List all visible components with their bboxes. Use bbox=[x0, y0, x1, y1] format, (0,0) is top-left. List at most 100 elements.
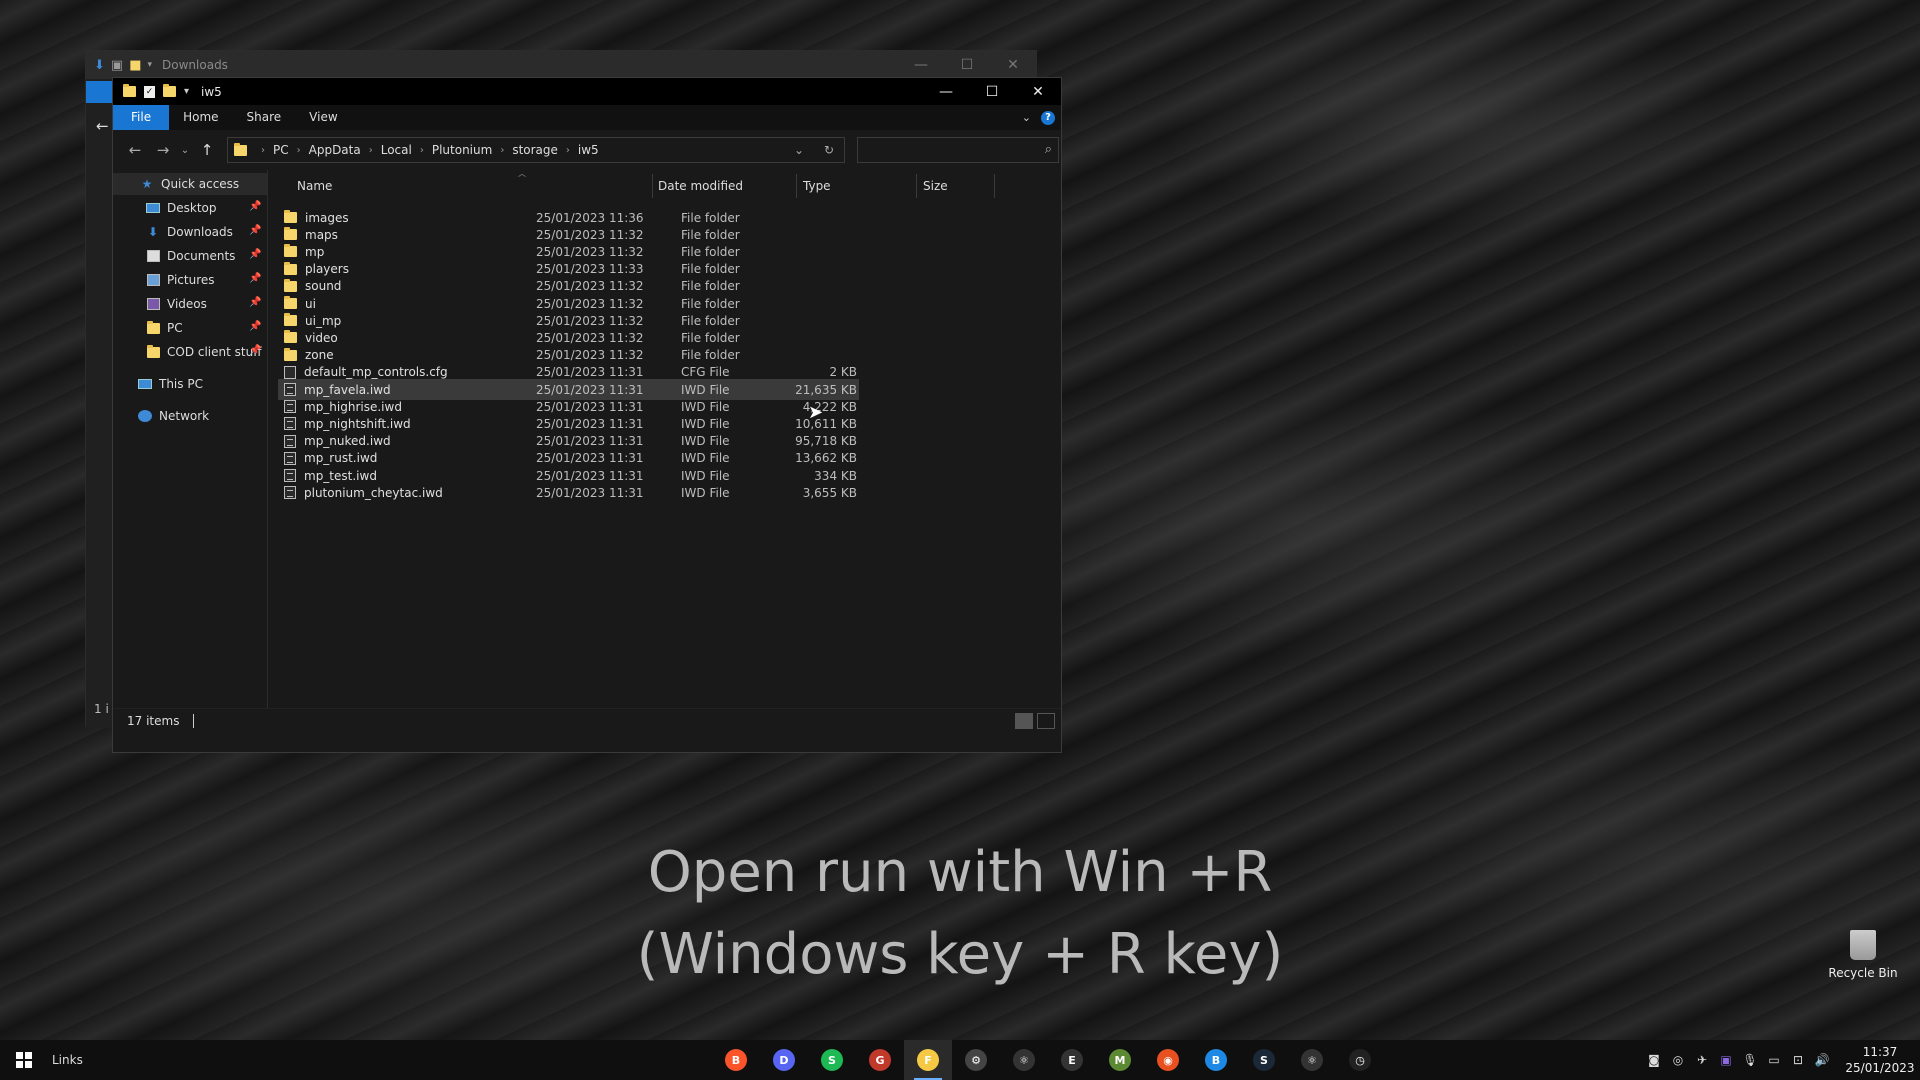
sidebar-item-cod-client-stuff[interactable]: COD client stuff bbox=[145, 341, 261, 363]
column-header-size[interactable]: Size bbox=[923, 170, 948, 202]
pin-icon[interactable]: 📌 bbox=[249, 345, 261, 356]
titlebar[interactable]: ✓ ▾ iw5 — ☐ ✕ bbox=[113, 78, 1061, 105]
taskbar-app[interactable]: ⚛ bbox=[1000, 1040, 1048, 1080]
taskbar-app[interactable]: ◉ bbox=[1144, 1040, 1192, 1080]
minimize-button[interactable]: — bbox=[923, 78, 969, 105]
pin-icon[interactable]: 📌 bbox=[249, 225, 261, 236]
file-type: File folder bbox=[681, 227, 740, 242]
table-row[interactable]: plutonium_cheytac.iwd 25/01/2023 11:31 IWD… bbox=[278, 482, 859, 503]
chevron-right-icon[interactable]: › bbox=[420, 145, 424, 156]
display-tray-icon[interactable]: ▣ bbox=[1714, 1053, 1738, 1067]
desktop-recycle-bin[interactable]: Recycle Bin bbox=[1820, 930, 1906, 980]
network-tray-icon[interactable]: ⊡ bbox=[1786, 1053, 1810, 1067]
column-divider[interactable] bbox=[994, 174, 995, 198]
taskbar-app[interactable]: F bbox=[904, 1040, 952, 1080]
taskbar-app[interactable]: B bbox=[1192, 1040, 1240, 1080]
tab-view[interactable]: View bbox=[295, 105, 351, 130]
chevron-down-icon: ▾ bbox=[147, 60, 153, 70]
sidebar-item-downloads[interactable]: ⬇ Downloads bbox=[145, 221, 233, 243]
explorer-window[interactable]: ✓ ▾ iw5 — ☐ ✕ File Home Share View ⌄ ? ←… bbox=[112, 77, 1062, 753]
taskbar-app[interactable]: B bbox=[712, 1040, 760, 1080]
taskbar-app[interactable]: E bbox=[1048, 1040, 1096, 1080]
links-toolbar[interactable]: Links bbox=[52, 1053, 83, 1067]
tab-home[interactable]: Home bbox=[169, 105, 232, 130]
new-folder-icon[interactable] bbox=[163, 84, 176, 97]
pin-icon[interactable]: 📌 bbox=[249, 321, 261, 332]
chevron-right-icon[interactable]: › bbox=[261, 145, 265, 156]
help-icon[interactable]: ? bbox=[1041, 110, 1055, 125]
column-divider[interactable] bbox=[916, 174, 917, 198]
column-divider[interactable] bbox=[796, 174, 797, 198]
details-view-icon[interactable] bbox=[1015, 712, 1033, 729]
clock[interactable]: 11:37 25/01/2023 bbox=[1840, 1044, 1920, 1076]
close-button[interactable]: ✕ bbox=[1015, 78, 1061, 105]
breadcrumb-plutonium[interactable]: Plutonium bbox=[432, 143, 492, 157]
breadcrumb-local[interactable]: Local bbox=[381, 143, 412, 157]
discord-tray-icon[interactable]: ◙ bbox=[1642, 1053, 1666, 1067]
sidebar-item-quick-access[interactable]: ★ Quick access bbox=[113, 173, 267, 195]
column-header-type[interactable]: Type bbox=[803, 170, 831, 202]
sidebar-item-documents[interactable]: Documents bbox=[145, 245, 235, 267]
back-icon[interactable]: ← bbox=[121, 141, 149, 159]
chevron-down-icon[interactable]: ▾ bbox=[184, 86, 189, 97]
address-bar[interactable]: › PC › AppData › Local › Plutonium › sto… bbox=[227, 137, 845, 163]
taskbar-app[interactable]: D bbox=[760, 1040, 808, 1080]
sidebar-item-pictures[interactable]: Pictures bbox=[145, 269, 215, 291]
maximize-button[interactable]: ☐ bbox=[969, 78, 1015, 105]
sidebar-item-desktop[interactable]: Desktop bbox=[145, 197, 217, 219]
start-button[interactable] bbox=[0, 1052, 48, 1068]
pin-icon[interactable]: 📌 bbox=[249, 201, 261, 212]
file-name-label: zone bbox=[305, 348, 334, 363]
sidebar-item-label: Videos bbox=[167, 297, 207, 311]
large-icons-view-icon[interactable] bbox=[1037, 712, 1055, 729]
breadcrumb-pc[interactable]: PC bbox=[273, 143, 289, 157]
maximize-icon[interactable]: ☐ bbox=[944, 57, 990, 73]
pin-icon[interactable]: 📌 bbox=[249, 249, 261, 260]
breadcrumb-iw5[interactable]: iw5 bbox=[578, 143, 599, 157]
microphone-icon[interactable]: 🎙 bbox=[1738, 1053, 1762, 1067]
breadcrumb-storage[interactable]: storage bbox=[512, 143, 558, 157]
pin-icon[interactable]: 📌 bbox=[249, 297, 261, 308]
chevron-right-icon[interactable]: › bbox=[566, 145, 570, 156]
tab-file[interactable]: File bbox=[113, 105, 170, 130]
column-divider[interactable] bbox=[652, 174, 653, 198]
column-header-name[interactable]: Name bbox=[297, 170, 332, 202]
properties-icon[interactable]: ✓ bbox=[144, 85, 155, 98]
taskbar-app[interactable]: G bbox=[856, 1040, 904, 1080]
refresh-icon[interactable]: ↻ bbox=[814, 143, 844, 157]
sidebar-item-pc[interactable]: PC bbox=[145, 317, 183, 339]
sidebar-item-network[interactable]: Network bbox=[137, 405, 209, 427]
address-dropdown-icon[interactable]: ⌄ bbox=[784, 143, 814, 157]
steam-tray-icon[interactable]: ◎ bbox=[1666, 1053, 1690, 1067]
pin-icon[interactable]: 📌 bbox=[249, 273, 261, 284]
recent-locations-icon[interactable]: ⌄ bbox=[177, 145, 193, 156]
sidebar-item-videos[interactable]: Videos bbox=[145, 293, 207, 315]
breadcrumb-appdata[interactable]: AppData bbox=[309, 143, 361, 157]
taskbar-app[interactable]: ⚛ bbox=[1288, 1040, 1336, 1080]
taskbar-app[interactable]: ◷ bbox=[1336, 1040, 1384, 1080]
column-header-date[interactable]: Date modified bbox=[658, 170, 743, 202]
volume-icon[interactable]: 🔊 bbox=[1810, 1053, 1834, 1067]
sidebar-item-label: Desktop bbox=[167, 201, 217, 215]
minecraft-icon: M bbox=[1109, 1049, 1131, 1071]
expand-ribbon-icon[interactable]: ⌄ bbox=[1022, 111, 1031, 124]
app-tray-icon[interactable]: ✈ bbox=[1690, 1053, 1714, 1067]
background-window-titlebar[interactable]: ⬇ ▣ ■ ▾ Downloads — ☐ ✕ bbox=[86, 51, 1036, 79]
forward-icon[interactable]: → bbox=[149, 141, 177, 159]
background-window-file-tab[interactable] bbox=[86, 81, 112, 103]
tab-share[interactable]: Share bbox=[233, 105, 296, 130]
chevron-right-icon[interactable]: › bbox=[297, 145, 301, 156]
chevron-right-icon[interactable]: › bbox=[369, 145, 373, 156]
search-input[interactable]: ⌕ bbox=[857, 137, 1059, 163]
taskbar-app[interactable]: S bbox=[1240, 1040, 1288, 1080]
up-icon[interactable]: ↑ bbox=[193, 141, 221, 159]
taskbar-app[interactable]: ⚙ bbox=[952, 1040, 1000, 1080]
close-icon[interactable]: ✕ bbox=[990, 57, 1036, 73]
taskbar-app[interactable]: M bbox=[1096, 1040, 1144, 1080]
sidebar-item-this-pc[interactable]: This PC bbox=[137, 373, 203, 395]
back-arrow-icon[interactable]: ← bbox=[96, 117, 109, 135]
minimize-icon[interactable]: — bbox=[898, 57, 944, 73]
chevron-right-icon[interactable]: › bbox=[500, 145, 504, 156]
keyboard-icon[interactable]: ▭ bbox=[1762, 1053, 1786, 1067]
taskbar-app[interactable]: S bbox=[808, 1040, 856, 1080]
